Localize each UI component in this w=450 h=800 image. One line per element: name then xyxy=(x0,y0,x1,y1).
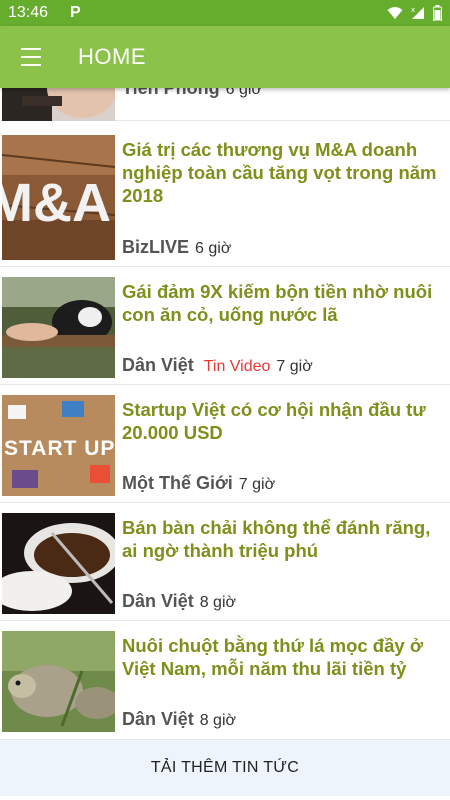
news-title[interactable]: Startup Việt có cơ hội nhận đầu tư 20.00… xyxy=(122,398,444,444)
news-source: BizLIVE xyxy=(122,237,190,257)
news-title[interactable]: Bán bàn chải không thể đánh răng, ai ngờ… xyxy=(122,516,444,562)
news-time: 8 giờ xyxy=(199,594,236,611)
news-item[interactable]: Bán bàn chải không thể đánh răng, ai ngờ… xyxy=(0,504,450,621)
news-time: 6 giờ xyxy=(195,240,232,257)
news-title[interactable]: Gái đảm 9X kiếm bộn tiền nhờ nuôi con ăn… xyxy=(122,280,444,326)
news-source: Một Thế Giới xyxy=(122,473,233,493)
news-title[interactable]: Nuôi chuột bằng thứ lá mọc đầy ở Việt Na… xyxy=(122,634,444,680)
news-item[interactable]: Tiền Phong 6 giờ xyxy=(0,88,450,121)
ma-thumb-text: M&A xyxy=(2,173,111,233)
news-thumbnail xyxy=(2,277,115,378)
status-time: 13:46 xyxy=(8,4,49,21)
load-more-button[interactable]: TẢI THÊM TIN TỨC xyxy=(0,740,450,796)
news-time: 8 giờ xyxy=(199,712,236,729)
news-item[interactable]: START UP Startup Việt có cơ hội nhận đầu… xyxy=(0,386,450,503)
status-icons: x xyxy=(387,5,442,21)
news-time: 7 giờ xyxy=(276,358,313,375)
news-item[interactable]: Nuôi chuột bằng thứ lá mọc đầy ở Việt Na… xyxy=(0,622,450,740)
news-thumbnail: M&A xyxy=(2,135,115,260)
status-bar: 13:46 P x xyxy=(0,0,450,26)
news-time: 7 giờ xyxy=(238,476,276,493)
wifi-icon xyxy=(387,7,403,19)
news-title[interactable]: Giá trị các thương vụ M&A doanh nghiệp t… xyxy=(122,138,444,207)
hamburger-menu-icon[interactable] xyxy=(0,26,62,88)
news-source: Dân Việt xyxy=(122,709,194,729)
news-source: Tiền Phong xyxy=(122,88,220,98)
news-thumbnail xyxy=(2,88,115,121)
startup-thumb-text: START UP xyxy=(4,437,115,460)
parking-p-icon: P xyxy=(70,4,81,21)
app-bar: HOME xyxy=(0,26,450,88)
news-source: Dân Việt xyxy=(122,355,194,375)
news-thumbnail: START UP xyxy=(2,395,115,496)
news-source: Dân Việt xyxy=(122,591,194,611)
signal-icon: x xyxy=(411,6,424,19)
battery-icon xyxy=(433,5,442,21)
news-item[interactable]: Gái đảm 9X kiếm bộn tiền nhờ nuôi con ăn… xyxy=(0,268,450,385)
news-feed[interactable]: Tiền Phong 6 giờ M&A Giá trị các thương … xyxy=(0,88,450,740)
news-thumbnail xyxy=(2,631,115,732)
page-title: HOME xyxy=(78,44,146,69)
news-time: 6 giờ xyxy=(225,88,262,98)
news-thumbnail xyxy=(2,513,115,614)
svg-text:x: x xyxy=(411,6,415,14)
news-item[interactable]: M&A Giá trị các thương vụ M&A doanh nghi… xyxy=(0,126,450,267)
video-tag: Tin Video xyxy=(203,358,271,375)
